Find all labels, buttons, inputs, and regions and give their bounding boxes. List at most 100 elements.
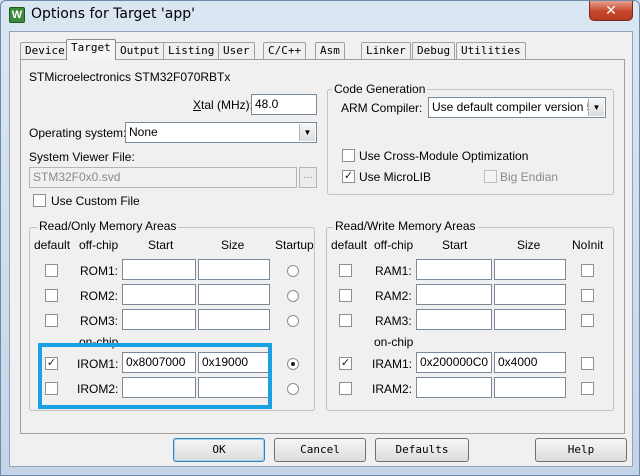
rom2-default-checkbox[interactable]	[45, 289, 58, 302]
tab-debug[interactable]: Debug	[412, 42, 456, 59]
ram3-noinit-checkbox[interactable]	[581, 314, 594, 327]
ram2-label: RAM2:	[375, 289, 412, 303]
xtal-input[interactable]: 48.0	[251, 94, 317, 115]
irom1-start-input[interactable]: 0x8007000	[122, 352, 196, 373]
irom1-default-checkbox[interactable]: ✓	[45, 357, 58, 370]
chevron-down-icon: ▼	[299, 124, 315, 141]
ram3-start-input[interactable]	[416, 309, 492, 330]
tab-output[interactable]: Output	[115, 42, 165, 59]
tab-device[interactable]: Device	[20, 42, 70, 59]
rw-header-start: Start	[442, 238, 468, 252]
rw-onchip-label: on-chip	[374, 335, 414, 349]
ram1-default-checkbox[interactable]	[339, 264, 352, 277]
irom1-startup-radio[interactable]	[287, 358, 299, 370]
ram2-size-input[interactable]	[494, 284, 566, 305]
iram2-start-input[interactable]	[416, 377, 492, 398]
rom3-default-checkbox[interactable]	[45, 314, 58, 327]
close-button[interactable]: ✕	[589, 1, 633, 21]
iram2-default-checkbox[interactable]	[339, 382, 352, 395]
ram3-size-input[interactable]	[494, 309, 566, 330]
rom1-startup-radio[interactable]	[287, 265, 299, 277]
rw-memory-title: Read/Write Memory Areas	[333, 219, 478, 233]
cross-module-label: Use Cross-Module Optimization	[359, 149, 529, 163]
ram1-noinit-checkbox[interactable]	[581, 264, 594, 277]
irom2-start-input[interactable]	[122, 377, 196, 398]
rom1-default-checkbox[interactable]	[45, 264, 58, 277]
title-bar[interactable]: W Options for Target 'app' ✕	[1, 1, 639, 31]
tab-cpp[interactable]: C/C++	[263, 42, 307, 59]
tab-asm[interactable]: Asm	[315, 42, 345, 59]
ram3-label: RAM3:	[375, 314, 412, 328]
irom1-size-input[interactable]: 0x19000	[198, 352, 270, 373]
iram2-size-input[interactable]	[494, 377, 566, 398]
rw-header-default: default	[331, 238, 368, 252]
ro-onchip-label: on-chip	[79, 335, 119, 349]
window-title: Options for Target 'app'	[31, 6, 195, 22]
irom2-default-checkbox[interactable]	[45, 382, 58, 395]
os-select-value: None	[129, 125, 158, 139]
irom2-startup-radio[interactable]	[287, 383, 299, 395]
big-endian-label: Big Endian	[500, 170, 559, 184]
ram2-start-input[interactable]	[416, 284, 492, 305]
rom3-label: ROM3:	[80, 314, 119, 328]
rw-header-offchip: off-chip	[374, 238, 414, 252]
rom3-start-input[interactable]	[122, 309, 196, 330]
iram2-label: IRAM2:	[372, 382, 413, 396]
svd-browse-button[interactable]: ...	[299, 167, 317, 188]
iram1-default-checkbox[interactable]: ✓	[339, 357, 352, 370]
tab-utilities[interactable]: Utilities	[456, 42, 526, 59]
help-button[interactable]: Help	[535, 438, 627, 462]
cancel-button[interactable]: Cancel	[274, 438, 366, 462]
ram3-default-checkbox[interactable]	[339, 314, 352, 327]
tab-target[interactable]: Target	[66, 39, 116, 60]
big-endian-checkbox[interactable]	[484, 170, 497, 183]
rom1-start-input[interactable]	[122, 259, 196, 280]
device-name: STMicroelectronics STM32F070RBTx	[29, 70, 231, 84]
svd-file-input[interactable]: STM32F0x0.svd	[29, 167, 297, 188]
tab-listing[interactable]: Listing	[163, 42, 220, 59]
ro-header-default: default	[34, 238, 71, 252]
rom1-label: ROM1:	[80, 264, 119, 278]
irom2-size-input[interactable]	[198, 377, 270, 398]
rom2-label: ROM2:	[80, 289, 119, 303]
tab-linker[interactable]: Linker	[361, 42, 411, 59]
arm-compiler-label: ARM Compiler:	[341, 101, 423, 115]
app-icon: W	[9, 7, 25, 23]
microlib-checkbox[interactable]: ✓	[342, 170, 355, 183]
ok-button[interactable]: OK	[173, 438, 265, 462]
xtal-label: Xtal (MHz):	[193, 98, 254, 112]
defaults-button[interactable]: Defaults	[375, 438, 469, 462]
iram1-noinit-checkbox[interactable]	[581, 357, 594, 370]
ro-header-startup: Startup	[275, 238, 314, 252]
arm-compiler-value: Use default compiler version 5	[432, 100, 594, 114]
rom2-startup-radio[interactable]	[287, 290, 299, 302]
tab-user[interactable]: User	[218, 42, 255, 59]
ro-memory-title: Read/Only Memory Areas	[37, 219, 179, 233]
ram1-label: RAM1:	[375, 264, 412, 278]
chevron-down-icon: ▼	[588, 99, 604, 116]
os-select[interactable]: None ▼	[125, 122, 317, 143]
ram2-default-checkbox[interactable]	[339, 289, 352, 302]
cross-module-checkbox[interactable]	[342, 149, 355, 162]
iram2-noinit-checkbox[interactable]	[581, 382, 594, 395]
rom2-size-input[interactable]	[198, 284, 270, 305]
use-custom-file-checkbox[interactable]	[33, 194, 46, 207]
rom3-size-input[interactable]	[198, 309, 270, 330]
ro-header-offchip: off-chip	[79, 238, 119, 252]
rom3-startup-radio[interactable]	[287, 315, 299, 327]
rw-header-size: Size	[517, 238, 541, 252]
rom2-start-input[interactable]	[122, 284, 196, 305]
iram1-label: IRAM1:	[372, 357, 413, 371]
microlib-label: Use MicroLIB	[359, 170, 432, 184]
arm-compiler-select[interactable]: Use default compiler version 5 ▼	[428, 97, 606, 118]
iram1-size-input[interactable]: 0x4000	[494, 352, 566, 373]
rom1-size-input[interactable]	[198, 259, 270, 280]
ram2-noinit-checkbox[interactable]	[581, 289, 594, 302]
ram1-start-input[interactable]	[416, 259, 492, 280]
iram1-start-input[interactable]: 0x200000C0	[416, 352, 492, 373]
rw-header-noinit: NoInit	[572, 238, 604, 252]
ram1-size-input[interactable]	[494, 259, 566, 280]
irom1-label: IROM1:	[77, 357, 119, 371]
code-generation-title: Code Generation	[332, 82, 428, 96]
use-custom-file-label: Use Custom File	[51, 194, 140, 208]
